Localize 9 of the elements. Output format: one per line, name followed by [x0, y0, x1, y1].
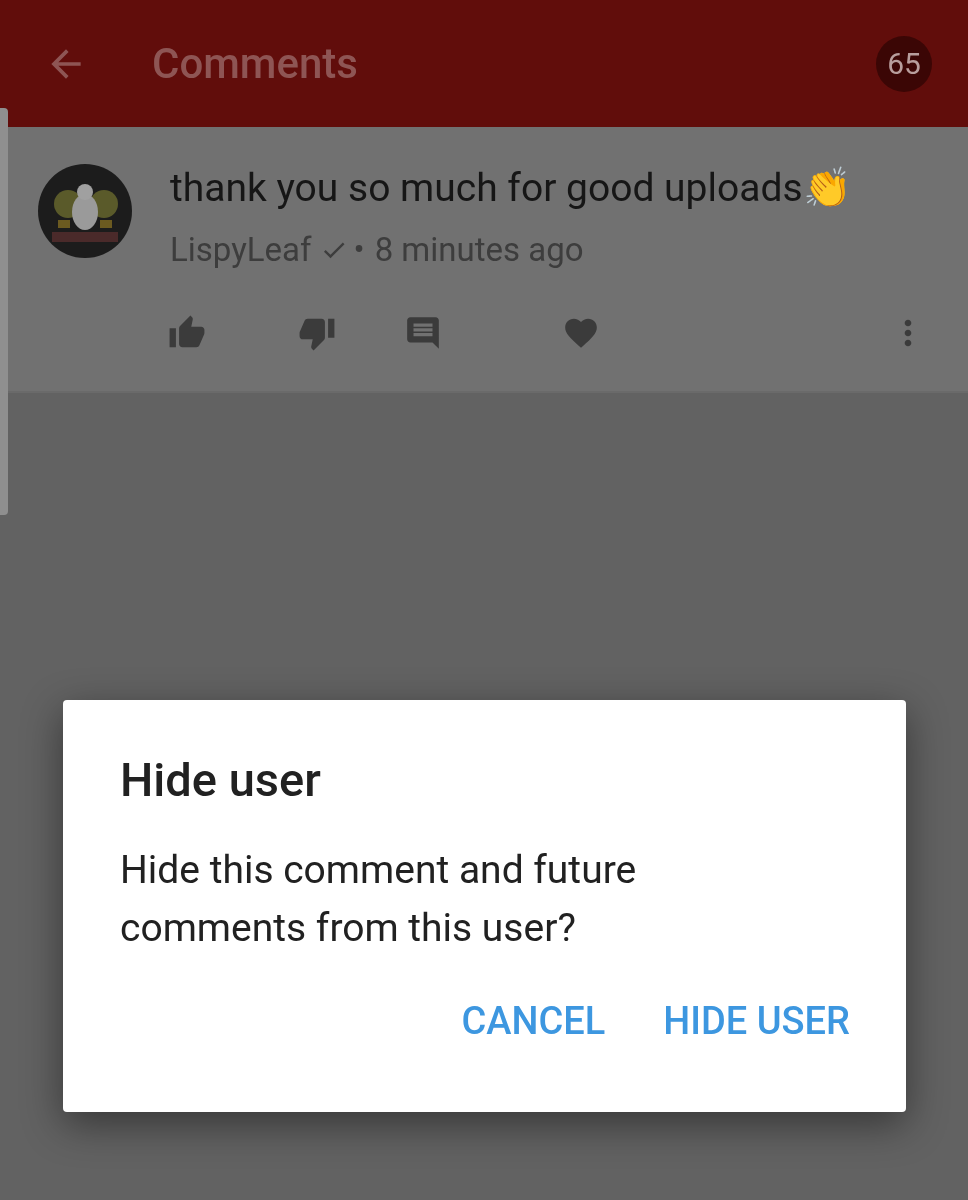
comment-text: thank you so much for good uploads👏	[170, 164, 853, 212]
separator-dot: •	[353, 230, 365, 269]
scrollbar[interactable]	[0, 108, 8, 515]
dialog-title: Hide user	[120, 752, 322, 807]
hide-user-button[interactable]: HIDE USER	[663, 999, 850, 1043]
dialog-message: Hide this comment and future comments from this user?	[120, 846, 638, 953]
page-title: Comments	[152, 39, 359, 88]
cancel-button[interactable]: CANCEL	[461, 999, 606, 1043]
comment-count: 65	[876, 35, 932, 92]
